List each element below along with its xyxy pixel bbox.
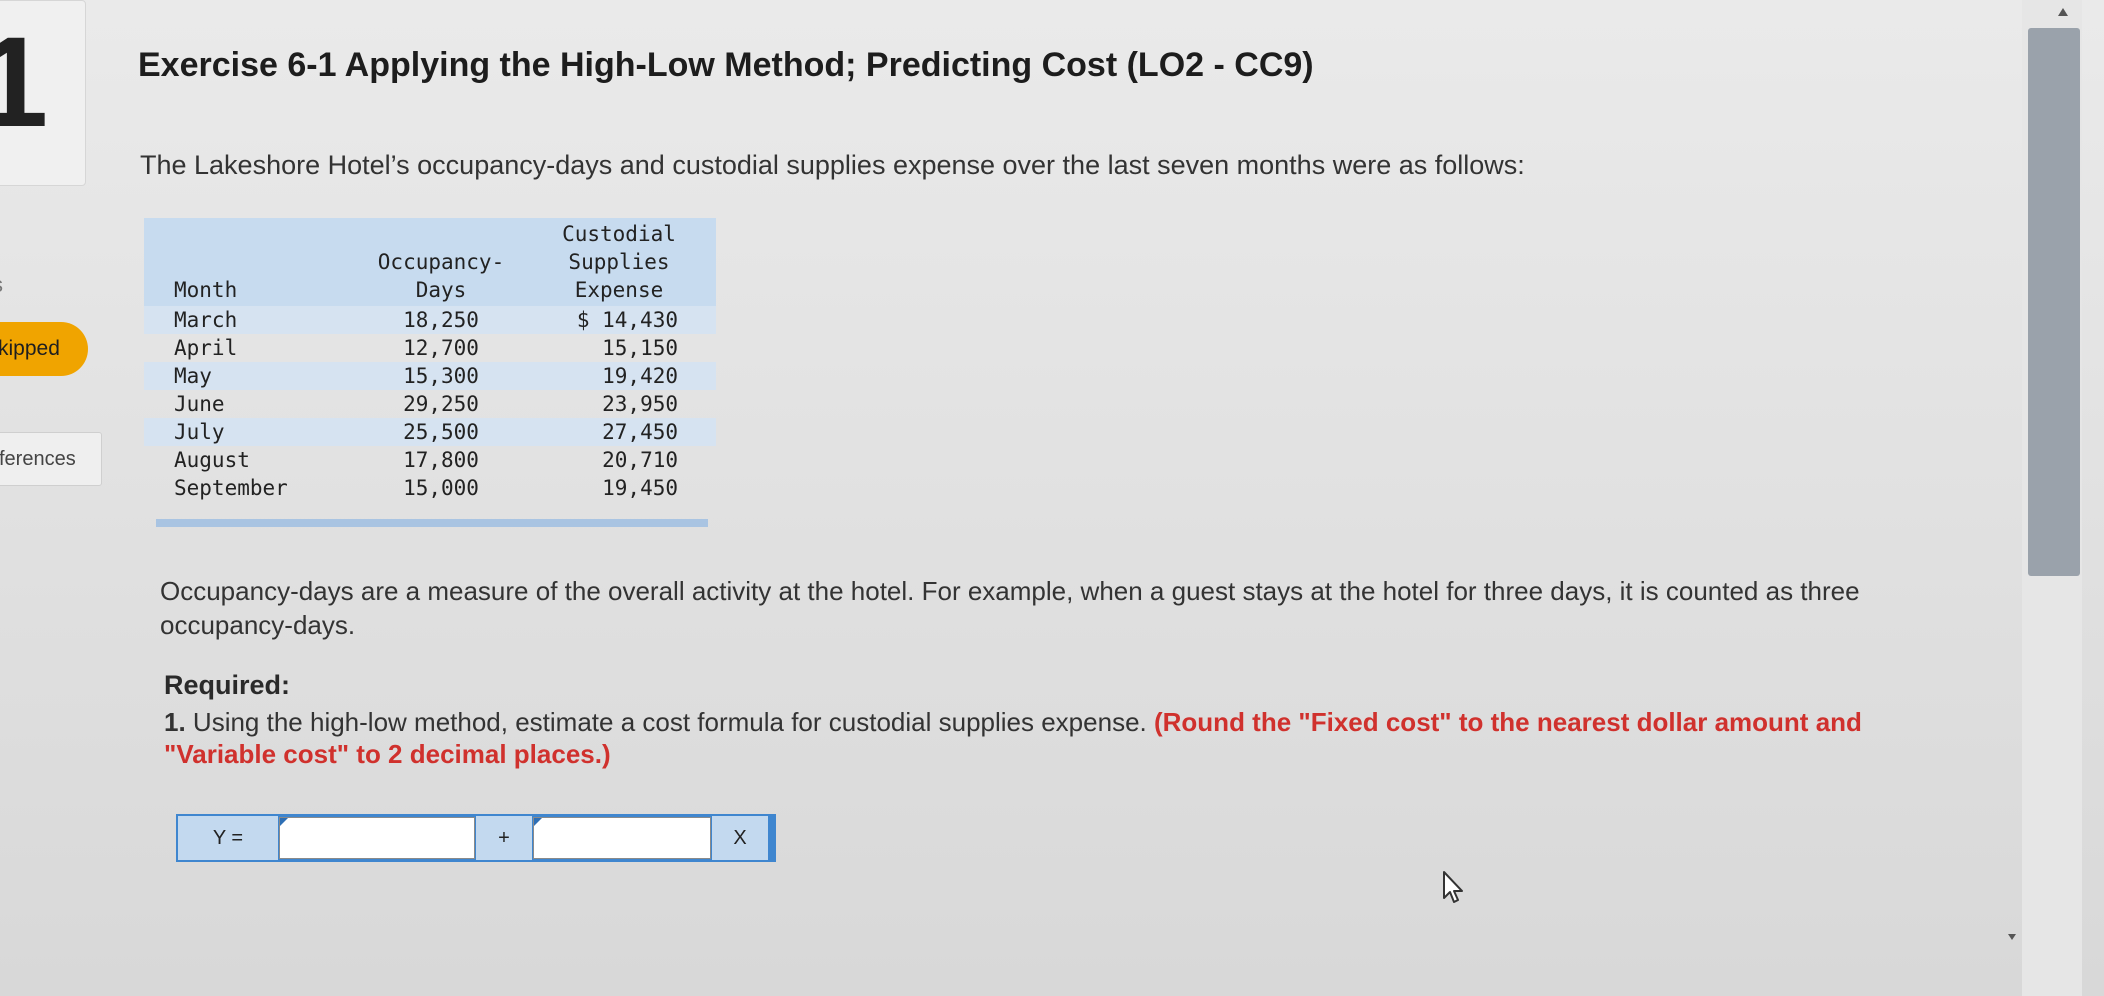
cell-expense: 23,950: [602, 392, 678, 416]
required-item-1: 1. Using the high-low method, estimate a…: [164, 706, 1864, 770]
required-number: 1.: [164, 707, 186, 737]
cell-occupancy: 17,800: [403, 448, 479, 472]
required-text: Using the high-low method, estimate a co…: [192, 707, 1147, 737]
exercise-title: Exercise 6-1 Applying the High-Low Metho…: [138, 46, 1314, 84]
header-month: Month: [144, 218, 360, 306]
cell-expense: 19,420: [522, 362, 716, 390]
scroll-up-arrow-icon[interactable]: [2058, 8, 2068, 16]
question-number-box[interactable]: 1: [0, 0, 86, 186]
cell-month: August: [174, 448, 250, 472]
scrollbar-thumb[interactable]: [2028, 28, 2080, 576]
table-header-row: Month Occupancy- Days Custodial Supplies…: [144, 218, 716, 306]
table-row: May 15,300 19,420: [144, 362, 716, 390]
mouse-pointer-icon: [1443, 871, 1463, 903]
cell-month: May: [144, 362, 360, 390]
cost-formula-row: Y = + X: [176, 814, 776, 862]
cell-month: September: [174, 476, 288, 500]
cell-occupancy: 25,500: [360, 418, 522, 446]
skipped-badge: kipped: [0, 322, 88, 376]
references-label: ferences: [0, 447, 76, 470]
explanation-paragraph: Occupancy-days are a measure of the over…: [160, 576, 1860, 640]
table-bottom-rule: [156, 519, 708, 527]
cell-expense: 20,710: [602, 448, 678, 472]
cell-month: June: [174, 392, 225, 416]
points-label: s: [0, 272, 3, 298]
cell-occupancy: 29,250: [403, 392, 479, 416]
cell-expense: 19,450: [602, 476, 678, 500]
header-occupancy-days: Occupancy- Days: [360, 218, 522, 306]
table-row: September 15,000 19,450: [144, 474, 716, 502]
cell-month: July: [144, 418, 360, 446]
intro-text: The Lakeshore Hotel’s occupancy-days and…: [140, 150, 1525, 180]
cell-expense: $ 14,430: [522, 306, 716, 334]
scroll-down-arrow-icon[interactable]: [2008, 934, 2016, 940]
variable-cost-input[interactable]: [533, 817, 711, 859]
question-number: 1: [0, 11, 49, 154]
data-table: Month Occupancy- Days Custodial Supplies…: [144, 218, 716, 502]
header-custodial-expense: Custodial Supplies Expense: [522, 218, 716, 306]
cell-occupancy: 12,700: [403, 336, 479, 360]
references-button[interactable]: ferences: [0, 432, 102, 486]
formula-y-label: Y =: [178, 816, 278, 860]
table-row: April 12,700 15,150: [144, 334, 716, 362]
cell-occupancy: 15,000: [403, 476, 479, 500]
formula-x-label: X: [712, 816, 768, 860]
table-row: July 25,500 27,450: [144, 418, 716, 446]
skipped-label: kipped: [0, 337, 60, 360]
table-row: June 29,250 23,950: [144, 390, 716, 418]
required-heading: Required:: [164, 670, 291, 700]
table-row: August 17,800 20,710: [144, 446, 716, 474]
cell-occupancy: 18,250: [360, 306, 522, 334]
fixed-cost-input[interactable]: [279, 817, 475, 859]
cell-month: April: [174, 336, 238, 360]
formula-plus-sign: +: [476, 816, 532, 860]
cell-month: March: [144, 306, 360, 334]
cell-occupancy: 15,300: [360, 362, 522, 390]
table-row: March 18,250 $ 14,430: [144, 306, 716, 334]
cell-expense: 27,450: [522, 418, 716, 446]
cell-expense: 15,150: [602, 336, 678, 360]
